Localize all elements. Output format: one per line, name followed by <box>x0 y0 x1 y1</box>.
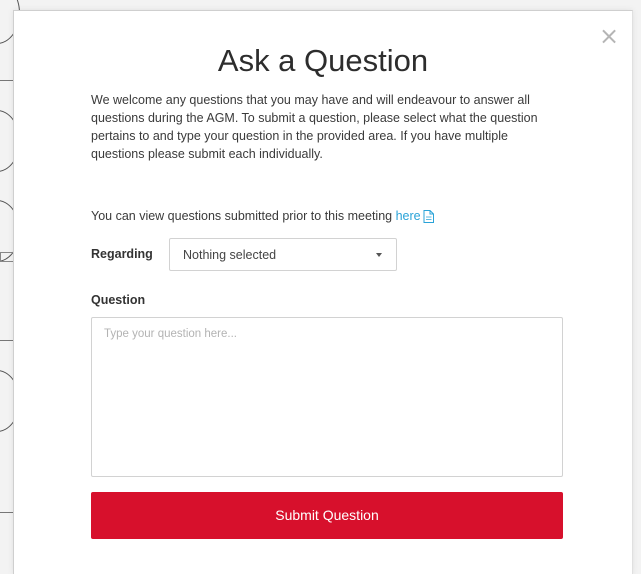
document-icon <box>423 210 434 228</box>
question-label: Question <box>91 293 146 307</box>
regarding-label: Regarding <box>91 247 153 261</box>
intro-text: We welcome any questions that you may ha… <box>91 93 538 161</box>
question-textarea[interactable] <box>91 317 563 477</box>
regarding-select[interactable]: Nothing selected <box>169 238 397 271</box>
screen: × Ask a Question We welcome any question… <box>0 0 641 574</box>
submit-question-button[interactable]: Submit Question <box>91 492 563 539</box>
prior-questions-link[interactable]: here <box>396 209 434 223</box>
background-divider <box>0 80 14 81</box>
prior-questions-label: You can view questions submitted prior t… <box>91 209 396 223</box>
modal-title: Ask a Question <box>217 43 429 78</box>
caret-down-icon <box>376 253 382 257</box>
prior-questions-text: You can view questions submitted prior t… <box>91 207 561 228</box>
ask-question-modal: × Ask a Question We welcome any question… <box>13 10 633 574</box>
background-divider <box>0 512 14 513</box>
regarding-select-value: Nothing selected <box>183 248 277 262</box>
prior-questions-link-label: here <box>395 209 421 223</box>
background-divider <box>0 340 14 341</box>
